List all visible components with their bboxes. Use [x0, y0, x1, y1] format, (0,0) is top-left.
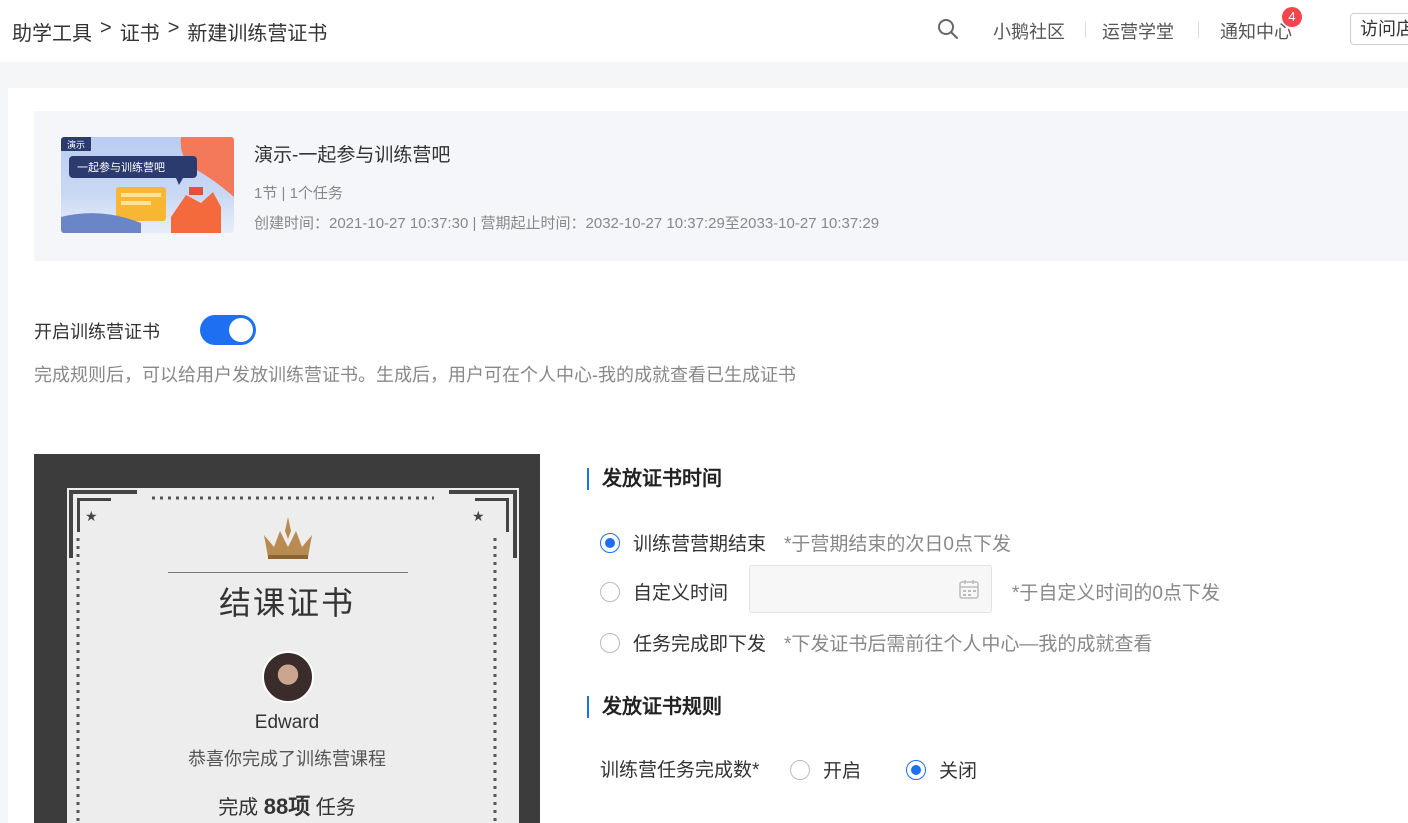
toggle-knob	[229, 318, 253, 342]
certificate-congrats-text: 恭喜你完成了训练营课程	[188, 749, 386, 769]
crown-icon	[264, 517, 312, 559]
radio-button[interactable]	[600, 632, 620, 653]
thumbnail-caption: 一起参与训练营吧	[77, 160, 165, 174]
issue-time-option-custom[interactable]: 自定义时间	[600, 578, 728, 605]
radio-button[interactable]	[600, 581, 620, 602]
radio-hint: *于营期结束的次日0点下发	[784, 534, 1011, 555]
radio-label: 开启	[823, 761, 862, 782]
custom-date-hint: *于自定义时间的0点下发	[1012, 583, 1220, 604]
radio-label: 任务完成即下发	[633, 634, 767, 655]
completion-prefix: 完成	[218, 797, 259, 819]
task-count-off-option[interactable]: 关闭	[906, 756, 977, 783]
task-count-label: 训练营任务完成数*	[600, 760, 760, 781]
top-nav: 小鹅社区 运营学堂 通知中心 4 访问店	[0, 7, 1408, 45]
completion-suffix: 任务	[315, 797, 356, 819]
radio-label: 训练营营期结束	[633, 534, 767, 555]
radio-label: 自定义时间	[633, 583, 729, 604]
nav-community[interactable]: 小鹅社区	[993, 18, 1065, 44]
notification-badge: 4	[1282, 7, 1302, 27]
issue-time-section-title: 发放证书时间	[587, 468, 722, 490]
radio-button[interactable]	[790, 759, 810, 780]
course-title: 演示-一起参与训练营吧	[254, 145, 451, 166]
avatar	[262, 651, 314, 703]
radio-hint: *下发证书后需前往个人中心—我的成就查看	[784, 634, 1153, 655]
issue-time-option-task-complete[interactable]: 任务完成即下发 *下发证书后需前往个人中心—我的成就查看	[600, 629, 1152, 656]
course-card	[34, 111, 1408, 261]
certificate-toggle-label: 开启训练营证书	[34, 322, 160, 342]
svg-text:★: ★	[85, 509, 98, 525]
nav-academy[interactable]: 运营学堂	[1102, 18, 1174, 44]
search-icon[interactable]	[937, 18, 959, 40]
thumbnail-tag: 演示	[67, 139, 85, 151]
certificate-toggle[interactable]	[200, 315, 256, 345]
task-count-on-option[interactable]: 开启	[790, 756, 861, 783]
course-meta: 1节 | 1个任务	[254, 185, 343, 202]
issue-time-option-camp-end[interactable]: 训练营营期结束 *于营期结束的次日0点下发	[600, 529, 1011, 556]
course-time: 创建时间：2021-10-27 10:37:30 | 营期起止时间：2032-1…	[254, 215, 880, 232]
course-thumbnail: 演示 一起参与训练营吧	[61, 137, 234, 233]
issue-rule-section-title: 发放证书规则	[587, 696, 722, 718]
certificate-recipient-name: Edward	[254, 712, 320, 733]
visit-store-button[interactable]: 访问店	[1350, 13, 1408, 45]
top-bar: 助学工具 > 证书 > 新建训练营证书 小鹅社区 运营学堂 通知中心 4 访问店	[0, 0, 1408, 62]
completion-count: 88项	[263, 794, 311, 819]
radio-button[interactable]	[906, 759, 926, 780]
nav-divider	[1198, 22, 1199, 38]
calendar-icon	[959, 580, 979, 599]
custom-date-input[interactable]	[749, 565, 992, 613]
nav-divider	[1085, 22, 1086, 38]
radio-label: 关闭	[939, 761, 978, 782]
certificate-title-rule	[168, 572, 408, 573]
certificate-title: 结课证书	[218, 584, 355, 622]
nav-notifications[interactable]: 通知中心	[1220, 18, 1292, 44]
certificate-completion: 完成 88项 任务	[34, 789, 540, 821]
thumbnail-illustration: 演示 一起参与训练营吧	[61, 137, 234, 233]
certificate-toggle-description: 完成规则后，可以给用户发放训练营证书。生成后，用户可在个人中心-我的成就查看已生…	[34, 365, 796, 385]
radio-button[interactable]	[600, 532, 620, 553]
svg-text:★: ★	[472, 509, 485, 525]
